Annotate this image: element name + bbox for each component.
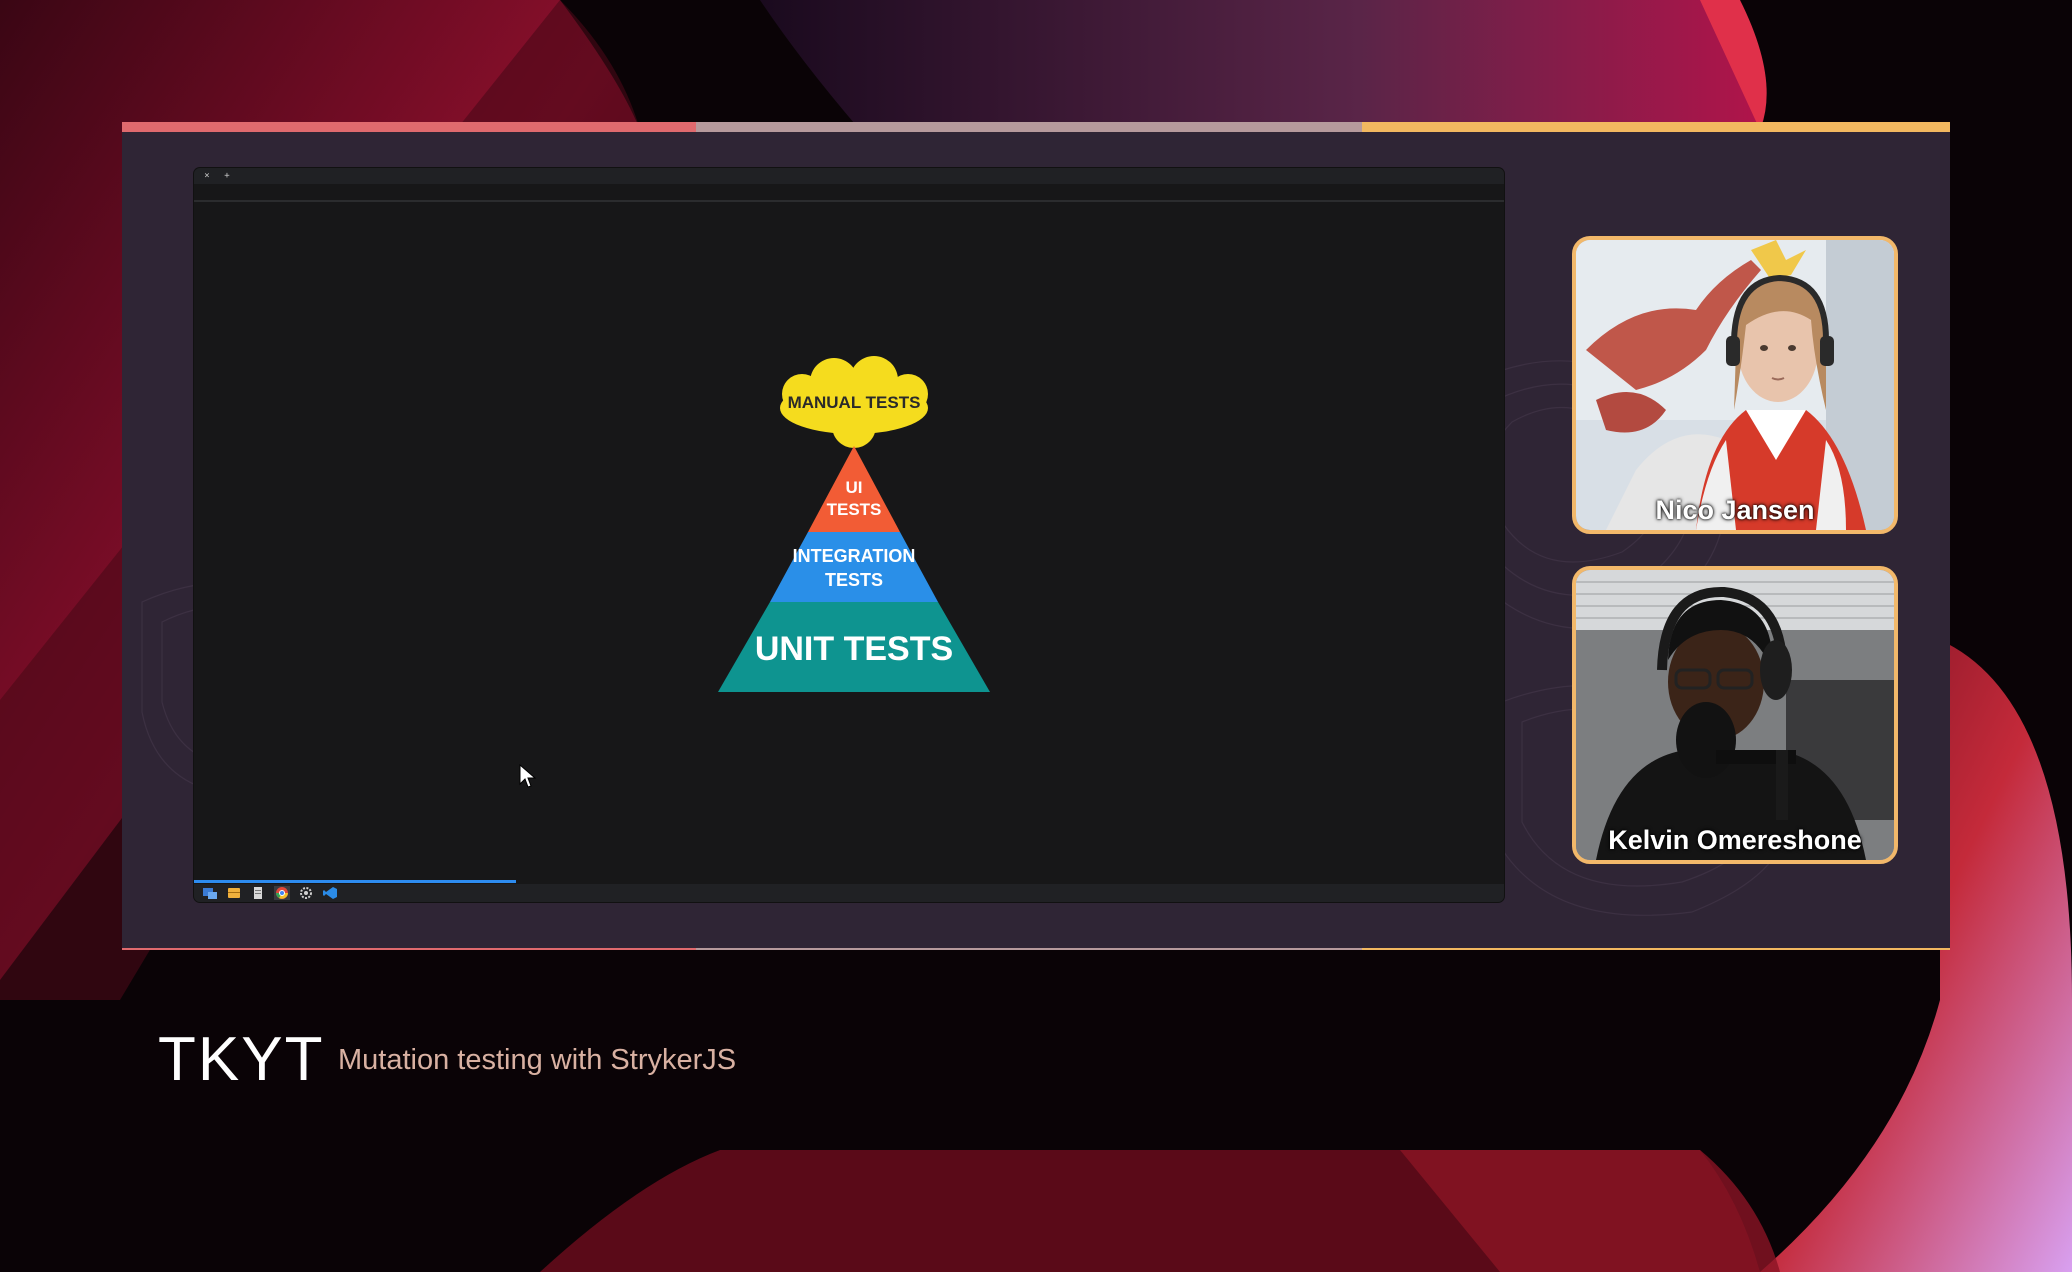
document-icon[interactable]: [250, 886, 266, 900]
webcam-video-kelvin: [1576, 570, 1894, 860]
chrome-icon[interactable]: [274, 886, 290, 900]
terminal-tab-bar: × +: [194, 168, 1504, 184]
manual-tests-cloud: MANUAL TESTS: [780, 356, 928, 448]
integration-tests-label-line2: TESTS: [825, 570, 883, 590]
webcam-kelvin-omereshone: Kelvin Omereshone: [1572, 566, 1898, 864]
webcam-video-nico: [1576, 240, 1894, 530]
mouse-cursor-icon: [519, 764, 537, 788]
taskbar: [194, 880, 1504, 902]
close-icon[interactable]: ×: [200, 170, 214, 182]
webcam-nico-jansen: Nico Jansen: [1572, 236, 1898, 534]
vscode-icon[interactable]: [322, 886, 338, 900]
participant-name-nico: Nico Jansen: [1655, 495, 1815, 525]
bottom-accent-bar: [122, 948, 1950, 950]
progress-indicator: [194, 880, 516, 883]
unit-tests-label: UNIT TESTS: [755, 630, 953, 668]
show-title: TKYT: [158, 1025, 325, 1094]
divider: [194, 200, 1504, 202]
episode-title: Mutation testing with StrykerJS: [338, 1044, 737, 1076]
ui-tests-label-line1: UI: [846, 478, 863, 497]
integration-tests-layer: [770, 532, 938, 602]
shared-screen: × + MANUAL TESTS UI TESTS INTEGRATION TE…: [194, 168, 1504, 902]
testing-pyramid-slide: MANUAL TESTS UI TESTS INTEGRATION TESTS …: [718, 356, 990, 692]
ui-tests-label-line2: TESTS: [827, 500, 882, 519]
stream-frame: × + MANUAL TESTS UI TESTS INTEGRATION TE…: [122, 122, 1950, 950]
participant-name-kelvin: Kelvin Omereshone: [1608, 825, 1862, 855]
explorer-icon[interactable]: [202, 886, 218, 900]
settings-icon[interactable]: [298, 886, 314, 900]
plus-icon[interactable]: +: [220, 170, 234, 182]
folder-icon[interactable]: [226, 886, 242, 900]
manual-tests-label: MANUAL TESTS: [788, 393, 921, 412]
integration-tests-label-line1: INTEGRATION: [793, 546, 916, 566]
top-accent-bar: [122, 122, 1950, 132]
